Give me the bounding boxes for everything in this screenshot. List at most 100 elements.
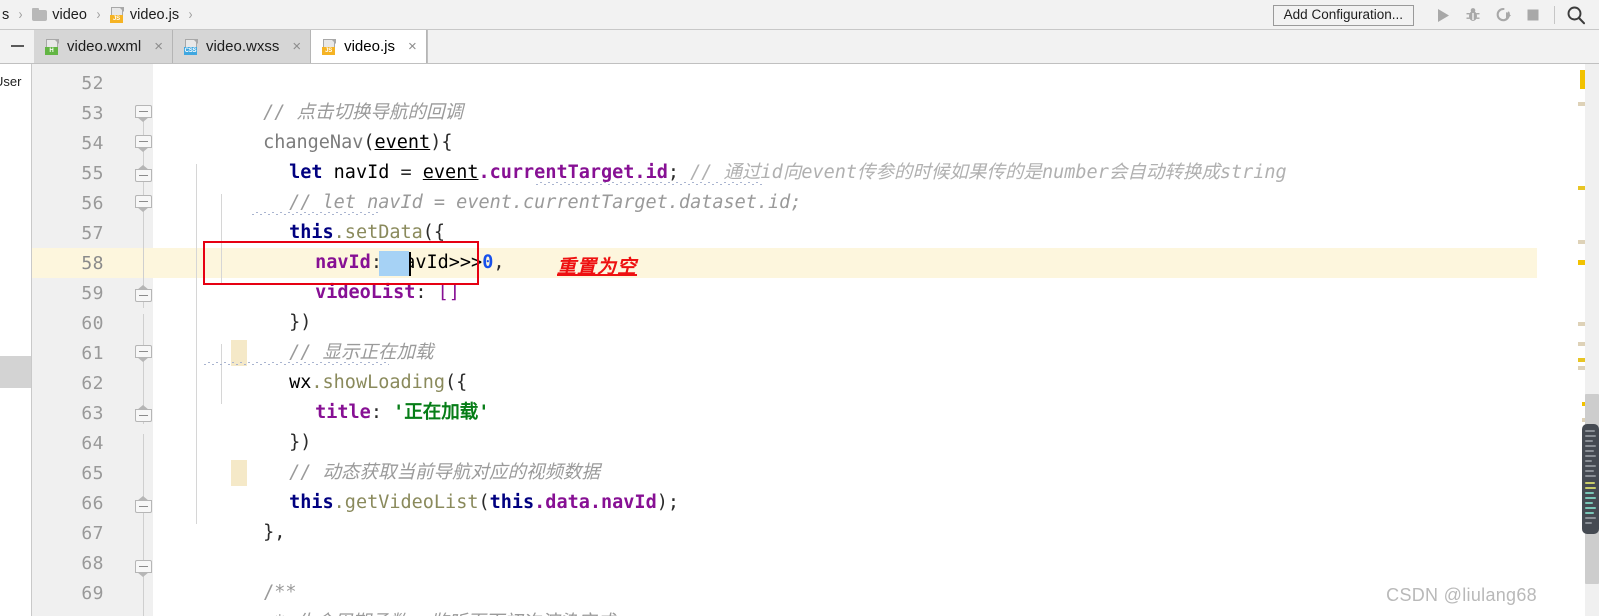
fold-marker-end[interactable] [135,496,152,517]
fold-marker-end[interactable] [135,405,152,426]
breadcrumb-label: video.js [129,6,180,23]
code-content[interactable]: // 点击切换导航的回调 changeNav(event){ let navId… [153,64,1537,616]
fold-markers-column[interactable] [133,64,154,616]
line-number: 59 [81,282,104,304]
code-editor[interactable]: User 52 53 54 55 56 57 58 59 60 61 62 63… [0,64,1599,616]
breadcrumb-label: video [52,6,87,23]
line-number: 63 [81,402,104,424]
breadcrumb-item-video-js[interactable]: JS video.js [108,6,181,23]
js-file-icon: JS [109,6,125,23]
wxss-file-icon: CSS [183,38,199,55]
breadcrumb-item-video[interactable]: video [30,7,89,23]
fold-marker-end[interactable] [135,285,152,306]
fold-marker-collapse[interactable] [135,345,152,362]
line-number: 60 [81,312,104,334]
code-line[interactable] [153,518,1537,548]
breadcrumb[interactable]: s › video › JS video.js › [0,0,200,30]
line-number: 52 [81,72,104,94]
breadcrumb-item-s[interactable]: s [0,7,11,23]
tab-label: video.wxss [205,38,280,55]
code-minimap[interactable] [1582,424,1599,534]
code-token-key: videoList [315,282,416,303]
navigation-bar: s › video › JS video.js › Add Configurat… [0,0,1599,30]
tab-label: video.wxml [67,38,142,55]
code-line[interactable]: // let navId = event.currentTarget.datas… [153,158,1537,213]
tab-video-wxss[interactable]: CSS video.wxss × [172,30,312,63]
left-strip-block[interactable] [0,356,31,388]
breadcrumb-separator: › [18,6,23,23]
spellcheck-squiggle [535,182,763,185]
code-token-colon: : [415,282,438,303]
left-strip-label: User [0,74,22,89]
fold-marker-collapse[interactable] [135,195,152,212]
line-number: 58 [81,252,104,274]
code-line[interactable]: let navId = event.currentTarget.id; // 通… [153,128,1537,183]
close-icon[interactable]: × [408,39,417,54]
selection-highlight [379,251,409,276]
line-number: 57 [81,222,104,244]
breadcrumb-label: s [2,6,10,23]
inspection-squiggle [251,212,379,215]
editor-tab-bar: H video.wxml × CSS video.wxss × JS video… [0,30,1599,64]
fold-marker-collapse[interactable] [135,135,152,152]
run-with-coverage-icon[interactable] [1488,0,1518,30]
add-configuration-button[interactable]: Add Configuration... [1272,4,1414,26]
line-number: 56 [81,192,104,214]
code-line-current[interactable]: videoList: [] [153,248,1537,303]
code-line[interactable]: // 点击切换导航的回调 [153,68,1537,123]
line-number: 64 [81,432,104,454]
breadcrumb-separator: › [188,6,193,23]
toolbar-divider [1554,6,1555,24]
left-tool-strip[interactable]: User [0,64,31,616]
ide-window: s › video › JS video.js › Add Configurat… [0,0,1599,616]
code-line[interactable]: navId: navId>>>0, [153,218,1537,273]
tab-bar-filler [426,30,1599,63]
tab-video-js[interactable]: JS video.js × [311,30,427,63]
close-icon[interactable]: × [292,39,301,54]
fold-marker-end[interactable] [135,165,152,186]
editor-gutter[interactable]: 52 53 54 55 56 57 58 59 60 61 62 63 64 6… [31,64,154,616]
line-number: 67 [81,522,104,544]
h-badge: H [45,46,58,55]
stop-square-icon[interactable] [1518,0,1548,30]
close-icon[interactable]: × [154,39,163,54]
line-number: 68 [81,552,104,574]
code-token-docblock: * 生命周期函数--监听页面初次渲染完成 [263,612,615,616]
line-number: 69 [81,582,104,604]
code-line[interactable]: * 生命周期函数--监听页面初次渲染完成 [153,578,1537,616]
line-number: 61 [81,342,104,364]
debug-bug-icon[interactable] [1458,0,1488,30]
folder-icon [32,8,48,21]
code-line[interactable]: }) [153,398,1537,453]
run-play-icon[interactable] [1428,0,1458,30]
search-icon[interactable] [1561,0,1591,30]
code-line[interactable]: // 显示正在加载 [153,308,1537,363]
fold-marker-collapse[interactable] [135,105,152,122]
js-badge: JS [322,46,336,55]
code-line[interactable]: // 动态获取当前导航对应的视频数据 [153,428,1537,483]
line-number: 53 [81,102,104,124]
text-caret [409,252,411,276]
line-number: 54 [81,132,104,154]
line-number: 66 [81,492,104,514]
line-number: 62 [81,372,104,394]
watermark: CSDN @liulang68 [1386,585,1537,605]
tab-video-wxml[interactable]: H video.wxml × [34,30,173,63]
inspection-squiggle [203,362,389,365]
line-number: 65 [81,462,104,484]
code-line[interactable]: /** [153,548,1537,603]
code-line[interactable]: title: '正在加载' [153,368,1537,423]
code-line[interactable]: this.getVideoList(this.data.navId); [153,458,1537,513]
js-file-icon: JS [322,38,337,55]
js-badge: JS [109,14,123,23]
run-toolbar: Add Configuration... [1272,0,1599,30]
right-gutter[interactable] [1537,64,1599,616]
code-line[interactable]: changeNav(event){ [153,98,1537,153]
wxml-file-icon: H [45,38,60,55]
code-line[interactable]: }, [153,488,1537,543]
code-token-array-literal: [] [437,282,460,303]
hide-tabs-button[interactable] [0,29,34,63]
fold-marker-collapse[interactable] [135,560,152,577]
annotation-note: 重置为空 [557,256,638,278]
line-number: 55 [81,162,104,184]
